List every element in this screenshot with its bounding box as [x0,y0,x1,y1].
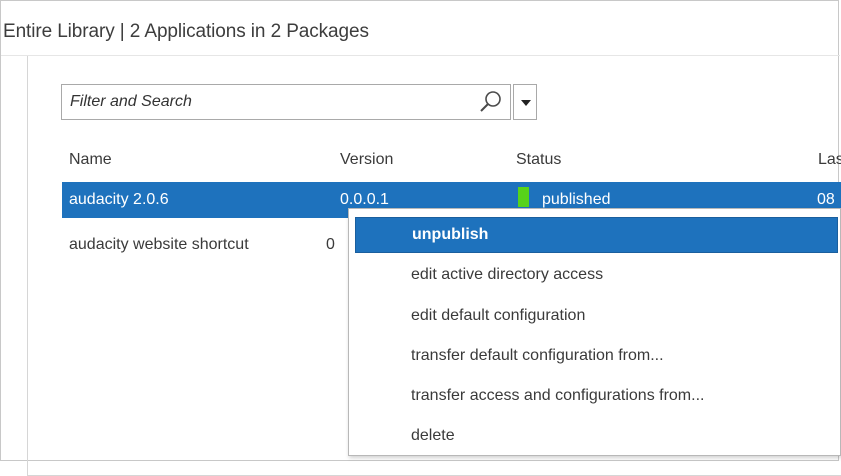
menu-item-label: transfer access and configurations from.… [411,387,705,404]
column-header-last[interactable]: Las [818,151,841,169]
chevron-down-icon [521,100,531,106]
row-last: 08 [817,191,835,208]
menu-item-label: edit default configuration [411,307,586,324]
status-published-icon [518,187,529,207]
row-status: published [542,191,611,208]
row-version: 0.0.0.1 [340,191,389,208]
menu-item-edit-ad-access[interactable]: edit active directory access [355,257,838,293]
search-input[interactable] [62,85,472,119]
menu-item-label: unpublish [412,226,489,243]
row-name: audacity 2.0.6 [69,191,169,208]
row-version: 0 [326,236,335,253]
row-name: audacity website shortcut [69,236,249,253]
column-header-version[interactable]: Version [340,151,393,169]
context-menu: unpublish edit active directory access e… [348,208,841,456]
search-icon[interactable] [477,89,505,115]
library-header-title: Entire Library | 2 Applications in 2 Pac… [3,21,369,42]
menu-item-edit-default-config[interactable]: edit default configuration [355,298,838,334]
menu-item-delete[interactable]: delete [355,418,838,454]
menu-item-transfer-access[interactable]: transfer access and configurations from.… [355,378,838,414]
menu-item-label: transfer default configuration from... [411,347,664,364]
filter-dropdown-button[interactable] [513,84,537,120]
menu-item-label: edit active directory access [411,266,604,283]
menu-item-label: delete [411,427,455,444]
library-panel: Entire Library | 2 Applications in 2 Pac… [0,0,841,476]
search-box[interactable] [61,84,511,120]
menu-item-transfer-default-config[interactable]: transfer default configuration from... [355,338,838,374]
column-header-name[interactable]: Name [69,151,112,169]
menu-item-unpublish[interactable]: unpublish [355,217,838,253]
column-header-status[interactable]: Status [516,151,561,169]
